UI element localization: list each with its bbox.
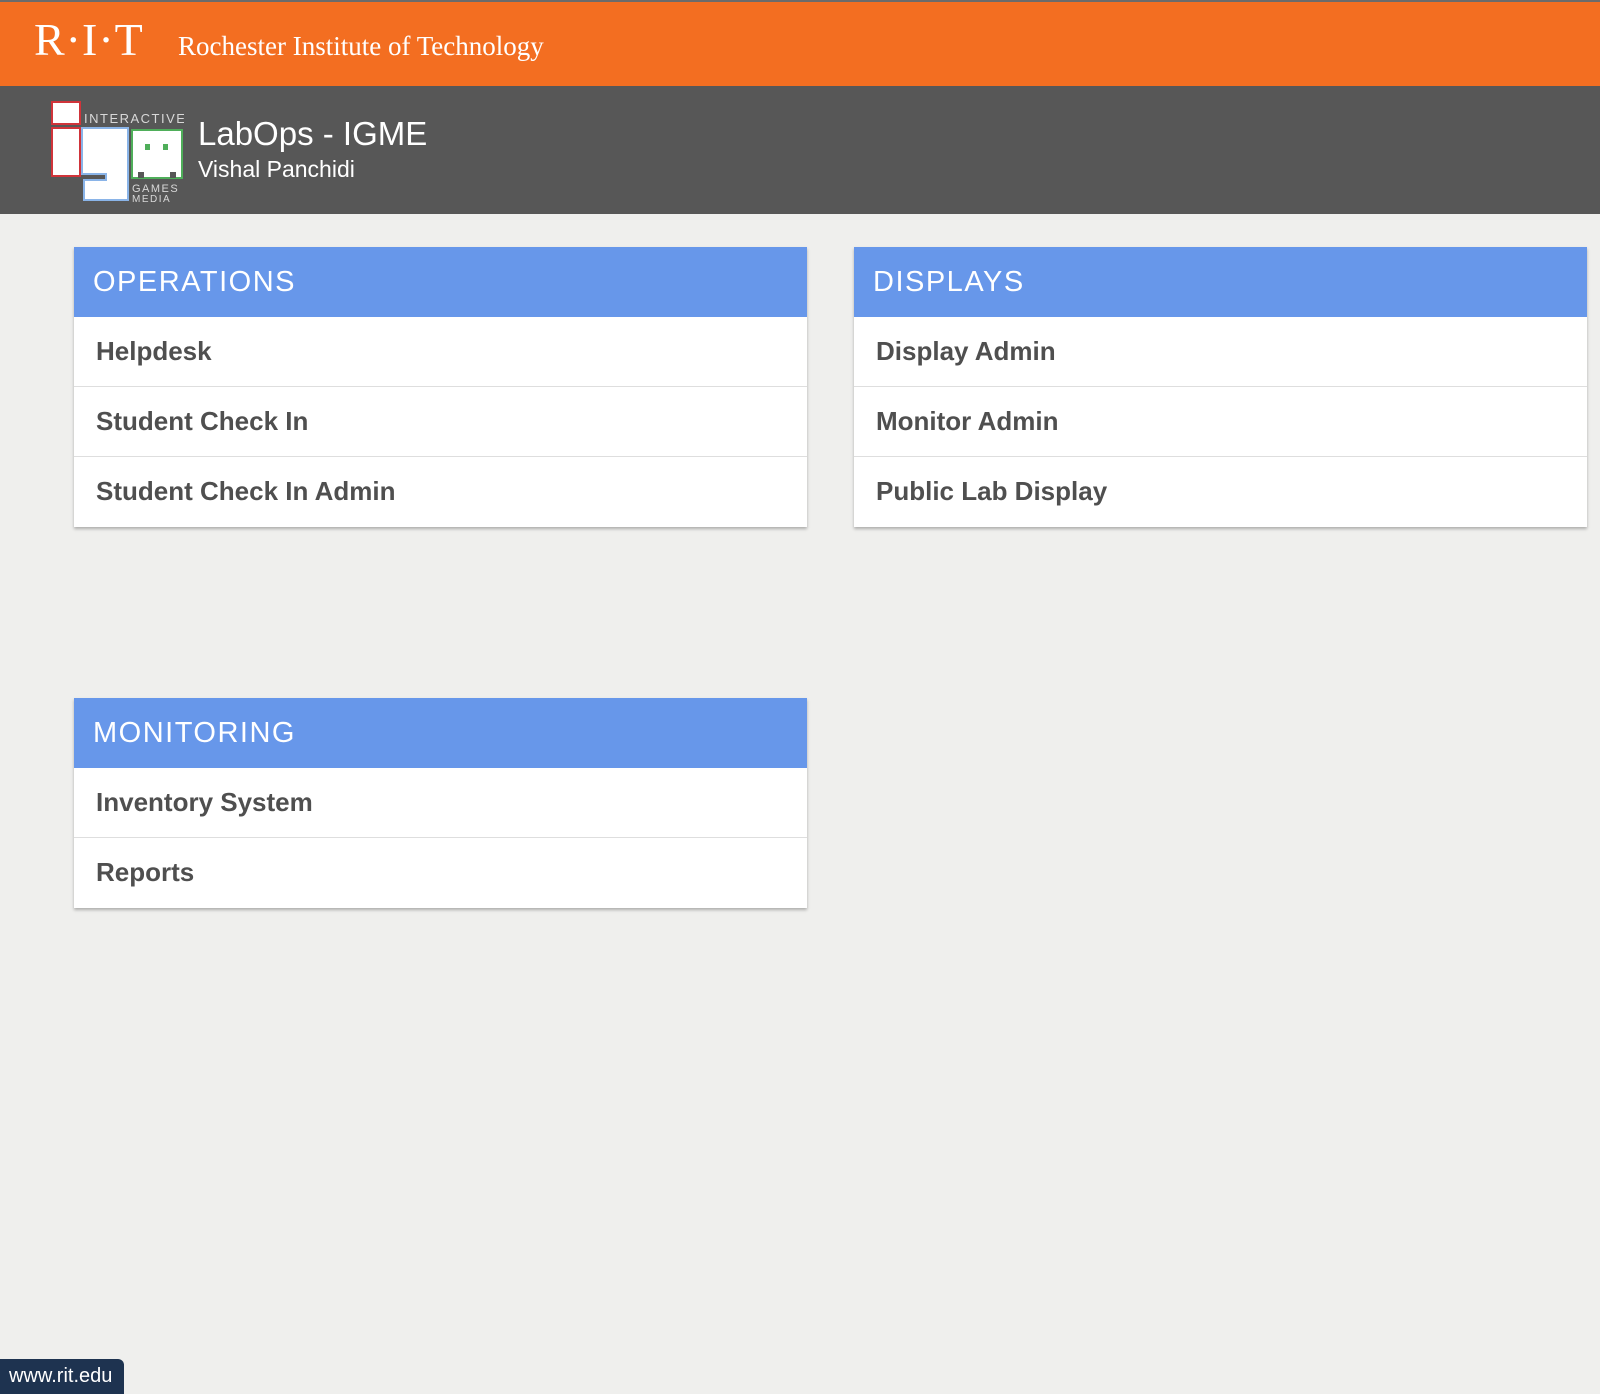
menu-item-public-lab-display[interactable]: Public Lab Display (854, 457, 1587, 527)
menu-item-display-admin[interactable]: Display Admin (854, 317, 1587, 387)
menu-item-student-check-in[interactable]: Student Check In (74, 387, 807, 457)
operations-card-title: OPERATIONS (74, 247, 807, 317)
menu-item-helpdesk[interactable]: Helpdesk (74, 317, 807, 387)
app-header: INTERACTIVE GAMES MEDIA LabOps - IGME Vi… (0, 86, 1600, 214)
rit-logo[interactable]: R·I·T (34, 17, 144, 63)
operations-card: OPERATIONS Helpdesk Student Check In Stu… (74, 247, 807, 527)
app-title: LabOps - IGME (198, 115, 428, 152)
menu-item-inventory-system[interactable]: Inventory System (74, 768, 807, 838)
displays-card-title: DISPLAYS (854, 247, 1587, 317)
igm-logo-text-media: MEDIA (132, 194, 171, 204)
monitoring-card-title: MONITORING (74, 698, 807, 768)
igm-logo-text-top: INTERACTIVE (84, 111, 184, 126)
igm-logo-icon[interactable]: INTERACTIVE GAMES MEDIA (50, 100, 184, 204)
monitoring-card: MONITORING Inventory System Reports (74, 698, 807, 908)
status-bar-url: www.rit.edu (0, 1359, 125, 1394)
rit-institution-name[interactable]: Rochester Institute of Technology (178, 33, 544, 60)
current-user-name: Vishal Panchidi (198, 156, 355, 182)
rit-header-bar: R·I·T Rochester Institute of Technology (0, 0, 1600, 86)
displays-card: DISPLAYS Display Admin Monitor Admin Pub… (854, 247, 1587, 527)
menu-item-student-check-in-admin[interactable]: Student Check In Admin (74, 457, 807, 527)
menu-item-reports[interactable]: Reports (74, 838, 807, 908)
menu-item-monitor-admin[interactable]: Monitor Admin (854, 387, 1587, 457)
